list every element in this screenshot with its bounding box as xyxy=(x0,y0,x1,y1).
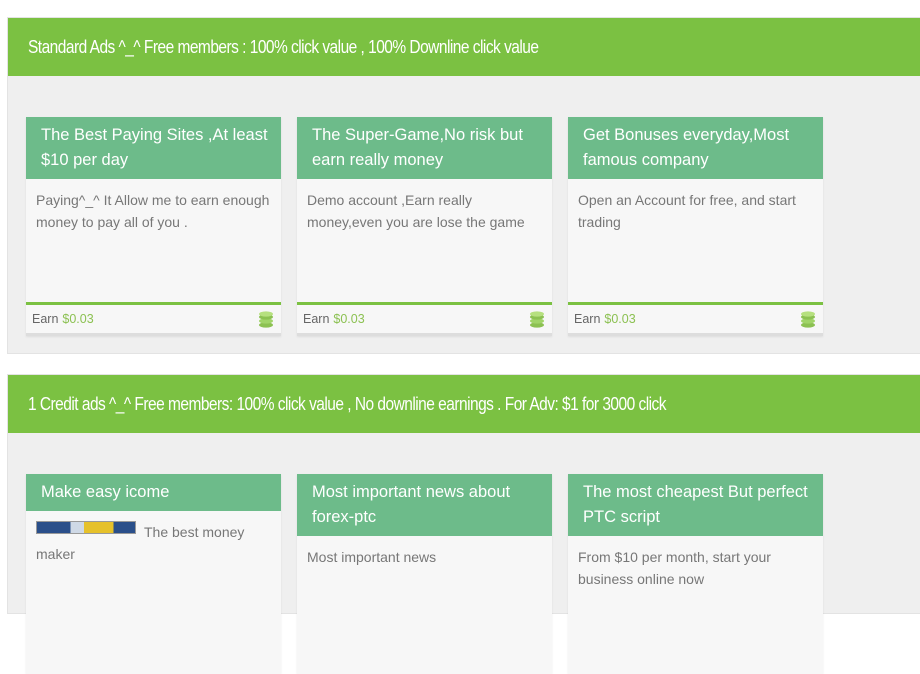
earn-value: $0.03 xyxy=(333,312,365,326)
ad-card-title[interactable]: The Super-Game,No risk but earn really m… xyxy=(297,117,552,179)
ad-card-footer: Earn $0.03 xyxy=(297,302,552,336)
standard-ads-section: Standard Ads ^_^ Free members : 100% cli… xyxy=(7,17,920,354)
coin-stack-icon xyxy=(530,311,544,328)
ad-card-title[interactable]: The Best Paying Sites ,At least $10 per … xyxy=(26,117,281,179)
coin-stack-icon xyxy=(801,311,815,328)
ad-card[interactable]: Most important news about forex-ptc Most… xyxy=(297,474,552,674)
ad-card[interactable]: Get Bonuses everyday,Most famous company… xyxy=(568,117,823,336)
ad-card-footer: Earn $0.03 xyxy=(26,302,281,336)
ad-card-title[interactable]: Most important news about forex-ptc xyxy=(297,474,552,536)
ad-card[interactable]: The Best Paying Sites ,At least $10 per … xyxy=(26,117,281,336)
ad-card[interactable]: The Super-Game,No risk but earn really m… xyxy=(297,117,552,336)
ad-card-description: From $10 per month, start your business … xyxy=(578,549,771,587)
ad-card-title[interactable]: Make easy icome xyxy=(26,474,281,511)
ad-card[interactable]: Make easy icome The best money maker xyxy=(26,474,281,674)
banner-thumbnail[interactable] xyxy=(36,521,136,534)
section-header: 1 Credit ads ^_^ Free members: 100% clic… xyxy=(8,375,920,433)
section-header: Standard Ads ^_^ Free members : 100% cli… xyxy=(8,18,920,76)
earn-label: Earn xyxy=(574,312,601,326)
section-title: 1 Credit ads ^_^ Free members: 100% clic… xyxy=(28,393,667,414)
coin-stack-icon xyxy=(259,311,273,328)
earn-label: Earn xyxy=(32,312,59,326)
ad-card-description: Demo account ,Earn really money,even you… xyxy=(307,192,525,230)
ad-card-title[interactable]: The most cheapest But perfect PTC script xyxy=(568,474,823,536)
ad-card[interactable]: The most cheapest But perfect PTC script… xyxy=(568,474,823,674)
ad-card-body: The best money maker xyxy=(26,511,281,565)
ad-card-title[interactable]: Get Bonuses everyday,Most famous company xyxy=(568,117,823,179)
earn-label: Earn xyxy=(303,312,330,326)
section-title: Standard Ads ^_^ Free members : 100% cli… xyxy=(28,36,539,57)
credit-ads-section: 1 Credit ads ^_^ Free members: 100% clic… xyxy=(7,374,920,674)
earn-value: $0.03 xyxy=(62,312,94,326)
ad-card-description: Most important news xyxy=(307,549,437,565)
ad-card-description: Paying^_^ It Allow me to earn enough mon… xyxy=(36,192,270,230)
ad-card-description: Open an Account for free, and start trad… xyxy=(578,192,796,230)
earn-value: $0.03 xyxy=(604,312,636,326)
ad-card-footer: Earn $0.03 xyxy=(568,302,823,336)
